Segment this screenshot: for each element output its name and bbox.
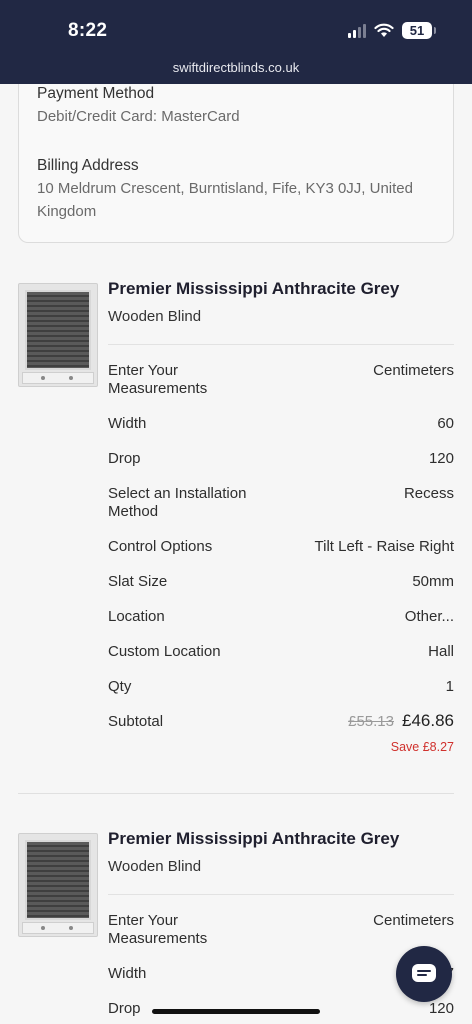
item-separator (18, 793, 454, 794)
billing-address-value: 10 Meldrum Crescent, Burntisland, Fife, … (37, 180, 413, 220)
divider (108, 344, 454, 345)
option-label: Width (108, 415, 147, 432)
billing-address-label: Billing Address (37, 157, 139, 174)
payment-method-label: Payment Method (37, 85, 155, 102)
option-value: 120 (428, 450, 454, 467)
option-label: Control Options (108, 538, 213, 555)
chat-button[interactable] (396, 946, 452, 1002)
savings-label: Save £8.27 (390, 740, 454, 754)
option-label: Location (108, 608, 165, 625)
battery-icon: 51 (402, 22, 436, 39)
option-label: Drop (108, 450, 141, 467)
divider (108, 894, 454, 895)
sale-price: £46.86 (402, 711, 454, 730)
option-label: Enter Your Measurements (108, 362, 208, 397)
order-summary-card: Payment Method Debit/Credit Card: Master… (18, 84, 454, 243)
payment-method-value: Debit/Credit Card: MasterCard (37, 108, 240, 125)
cellular-signal-icon (348, 23, 366, 38)
option-value: Other... (404, 608, 454, 625)
subtotal-prices: £55.13 £46.86 (348, 712, 454, 731)
option-label: Select an Installation Method (108, 485, 247, 520)
option-value: Centimeters (373, 362, 454, 379)
option-label: Slat Size (108, 573, 168, 590)
product-image (18, 283, 98, 387)
option-value: 60 (437, 415, 454, 432)
option-label: Enter Your Measurements (108, 912, 208, 947)
option-label: Custom Location (108, 643, 221, 660)
product-subtitle: Wooden Blind (108, 858, 202, 875)
browser-url[interactable]: swiftdirectblinds.co.uk (0, 60, 472, 75)
option-label: Qty (108, 678, 132, 695)
product-subtitle: Wooden Blind (108, 308, 202, 325)
product-image (18, 833, 98, 937)
status-icons: 51 (348, 22, 436, 39)
option-value: Recess (403, 485, 454, 502)
option-value: 50mm (412, 573, 454, 590)
status-time: 8:22 (68, 20, 108, 41)
option-value: Tilt Left - Raise Right (314, 538, 455, 555)
original-price: £55.13 (348, 713, 394, 730)
option-label: Width (108, 965, 147, 982)
product-title: Premier Mississippi Anthracite Grey (108, 279, 400, 298)
option-value: Centimeters (373, 912, 454, 929)
option-value: Hall (428, 643, 454, 660)
status-bar: 8:22 51 swiftdirectblinds.co.uk (0, 0, 472, 84)
wifi-icon (374, 23, 394, 37)
home-indicator[interactable] (152, 1009, 320, 1014)
product-title: Premier Mississippi Anthracite Grey (108, 829, 400, 848)
subtotal-label: Subtotal (108, 713, 164, 730)
chat-icon (412, 964, 436, 982)
option-value: 1 (445, 678, 454, 695)
option-value: 120 (428, 1000, 454, 1017)
